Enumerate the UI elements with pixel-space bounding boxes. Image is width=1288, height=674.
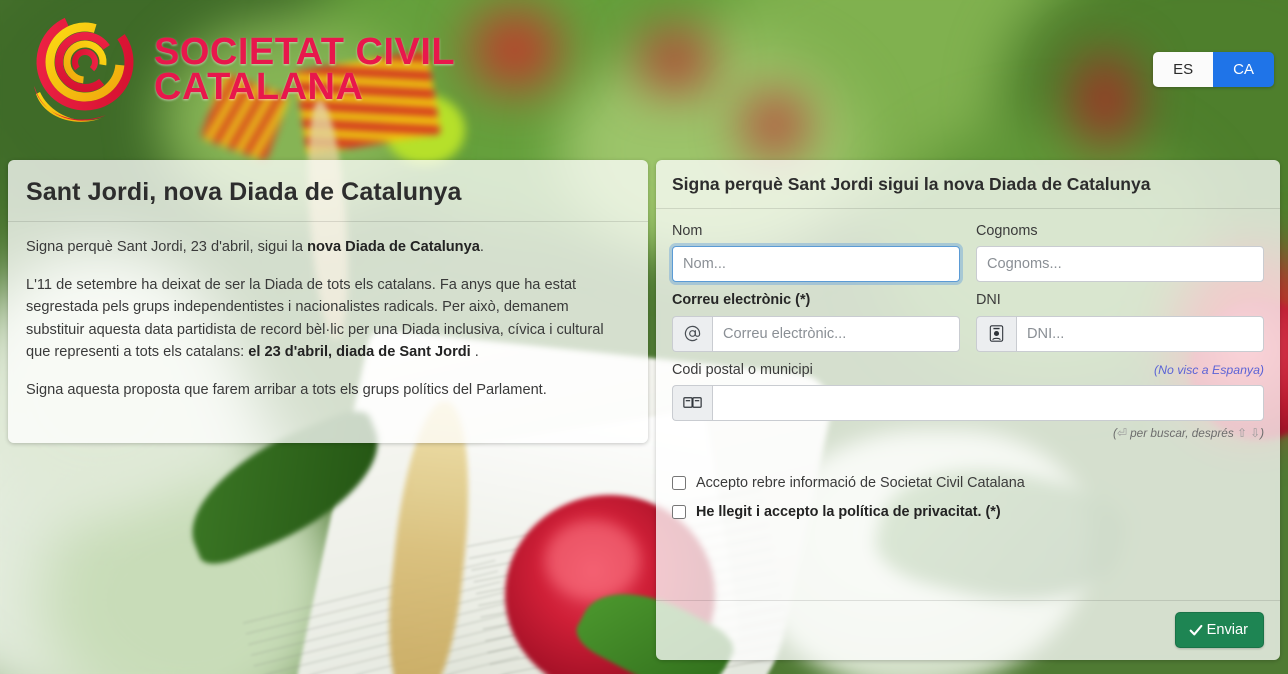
language-switcher[interactable]: ES CA	[1153, 52, 1274, 87]
hint-suffix: )	[1260, 425, 1264, 440]
email-input-group	[672, 315, 960, 352]
lang-option-ca[interactable]: CA	[1213, 52, 1274, 87]
dni-input-group	[976, 315, 1264, 352]
brand-logo[interactable]: SOCIETAT CIVIL CATALANA	[30, 14, 455, 126]
checkbox-row-newsletter[interactable]: Accepto rebre informació de Societat Civ…	[672, 474, 1264, 492]
info-paragraph-1: Signa perquè Sant Jordi, 23 d'abril, sig…	[26, 236, 630, 258]
lang-option-es[interactable]: ES	[1153, 52, 1214, 87]
newsletter-checkbox-label: Accepto rebre informació de Societat Civ…	[696, 475, 1025, 491]
label-cognoms: Cognoms	[976, 223, 1038, 239]
consent-checkbox-group: Accepto rebre informació de Societat Civ…	[672, 474, 1264, 521]
codi-postal-input[interactable]	[712, 384, 1264, 421]
nom-input[interactable]	[672, 246, 960, 283]
enter-key-icon: ⏎	[1116, 425, 1127, 440]
id-card-icon	[976, 315, 1016, 352]
field-group-cognoms: Cognoms	[976, 223, 1264, 283]
form-panel-header: Signa perquè Sant Jordi sigui la nova Di…	[656, 160, 1280, 209]
label-nom: Nom	[672, 223, 703, 239]
arrow-down-key-icon: ⇩	[1250, 425, 1261, 440]
brand-name-line2: CATALANA	[154, 66, 364, 108]
postal-search-hint: (⏎ per buscar, després ⇧ ⇩)	[672, 426, 1264, 440]
info-panel-body: Signa perquè Sant Jordi, 23 d'abril, sig…	[8, 222, 648, 411]
info-text: .	[470, 343, 479, 360]
info-paragraph-2: L'11 de setembre ha deixat de ser la Dia…	[26, 274, 630, 363]
cognoms-input[interactable]	[976, 246, 1264, 283]
form-row-postal: Codi postal o municipi (No visc a Espany…	[672, 362, 1264, 440]
info-text: Signa aquesta proposta que farem arribar…	[26, 381, 547, 398]
not-living-in-spain-link[interactable]: (No visc a Espanya)	[1154, 363, 1264, 377]
scc-spiral-logo-icon	[34, 14, 134, 122]
email-input[interactable]	[712, 315, 960, 352]
arrow-up-key-icon: ⇧	[1237, 425, 1247, 440]
at-sign-icon	[672, 315, 712, 352]
form-title: Signa perquè Sant Jordi sigui la nova Di…	[672, 174, 1151, 194]
info-text-bold: el 23 d'abril, diada de Sant Jordi	[248, 343, 471, 360]
field-group-dni: DNI	[976, 292, 1264, 352]
info-text: Signa perquè Sant Jordi, 23 d'abril, sig…	[26, 239, 308, 255]
newsletter-checkbox[interactable]	[672, 476, 686, 490]
privacy-checkbox-label: He llegit i accepto la política de priva…	[696, 504, 1001, 520]
hint-text: per buscar, després	[1126, 425, 1237, 440]
dni-input[interactable]	[1016, 315, 1264, 352]
checkbox-row-privacy[interactable]: He llegit i accepto la política de priva…	[672, 503, 1264, 521]
brand-name: SOCIETAT CIVIL CATALANA	[154, 33, 455, 108]
info-paragraph-3: Signa aquesta proposta que farem arribar…	[26, 379, 630, 401]
postal-input-group	[672, 384, 1264, 421]
form-panel-footer: Enviar	[656, 600, 1280, 660]
submit-button-label: Enviar	[1206, 622, 1248, 638]
label-codi-postal: Codi postal o municipi	[672, 361, 813, 378]
form-panel-body: Nom Cognoms Correu electrònic (*)	[656, 209, 1280, 538]
page-title: Sant Jordi, nova Diada de Catalunya	[26, 178, 462, 206]
privacy-checkbox[interactable]	[672, 505, 686, 519]
form-row-name: Nom Cognoms	[672, 223, 1264, 283]
field-group-email: Correu electrònic (*)	[672, 292, 960, 352]
field-group-nom: Nom	[672, 223, 960, 283]
label-dni: DNI	[976, 292, 1001, 309]
submit-button[interactable]: Enviar	[1174, 612, 1264, 648]
check-icon	[1189, 624, 1203, 636]
signature-form-panel: Signa perquè Sant Jordi sigui la nova Di…	[656, 160, 1280, 660]
info-text: .	[479, 239, 484, 255]
info-panel-header: Sant Jordi, nova Diada de Catalunya	[8, 160, 648, 222]
info-panel: Sant Jordi, nova Diada de Catalunya Sign…	[8, 160, 648, 443]
form-row-email-dni: Correu electrònic (*) DNI	[672, 292, 1264, 352]
label-email: Correu electrònic (*)	[672, 292, 811, 309]
info-text-bold: nova Diada de Catalunya	[307, 239, 480, 255]
postal-label-row: Codi postal o municipi (No visc a Espany…	[672, 362, 1264, 385]
mailbox-icon	[672, 384, 712, 421]
